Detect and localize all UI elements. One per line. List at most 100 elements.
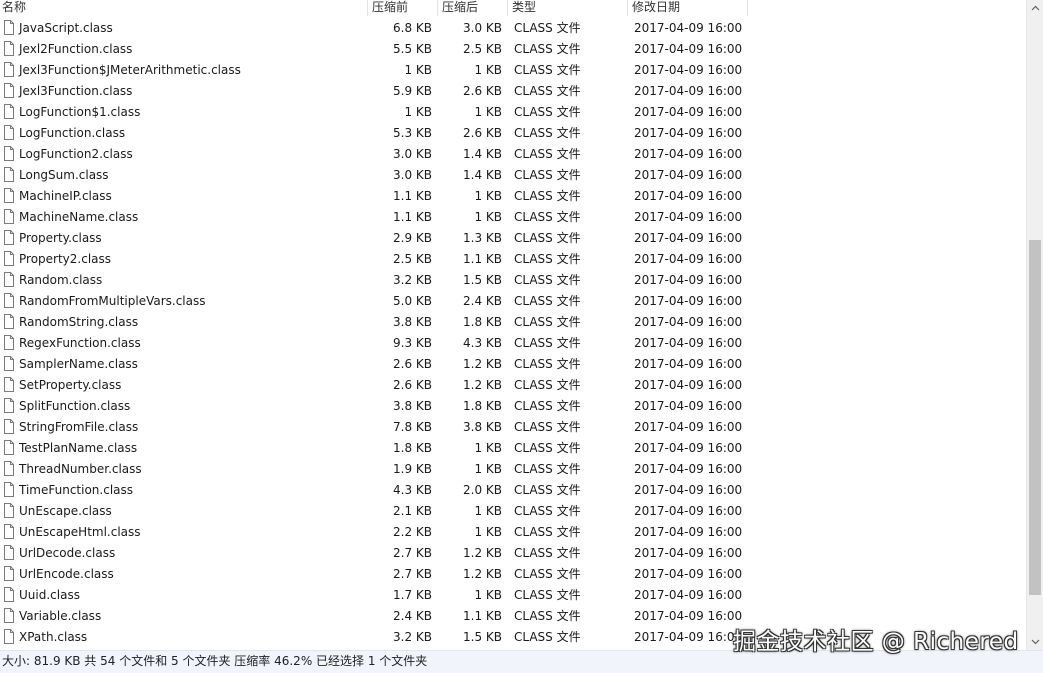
vertical-scrollbar[interactable]	[1026, 0, 1043, 650]
file-icon	[4, 41, 14, 56]
file-row[interactable]: Jexl2Function.class 5.5 KB 2.5 KB CLASS 文件 2…	[0, 39, 1026, 60]
file-name: Variable.class	[19, 609, 102, 623]
file-type: CLASS 文件	[514, 84, 581, 98]
file-row[interactable]: Property2.class 2.5 KB 1.1 KB CLASS 文件 2017-…	[0, 249, 1026, 270]
file-icon	[4, 629, 14, 644]
file-row[interactable]: Jexl3Function.class 5.9 KB 2.6 KB CLASS 文件 2…	[0, 81, 1026, 102]
file-row[interactable]: StringFromFile.class 7.8 KB 3.8 KB CLASS 文件…	[0, 417, 1026, 438]
file-type: CLASS 文件	[514, 21, 581, 35]
file-type: CLASS 文件	[514, 336, 581, 350]
file-size-before: 2.4 KB	[393, 609, 432, 623]
column-divider[interactable]	[627, 0, 628, 16]
file-row[interactable]: UnEscapeHtml.class 2.2 KB 1 KB CLASS 文件 2017…	[0, 522, 1026, 543]
file-icon	[4, 524, 14, 539]
file-row[interactable]: SetProperty.class 2.6 KB 1.2 KB CLASS 文件 201…	[0, 375, 1026, 396]
file-size-after: 1.5 KB	[463, 630, 502, 644]
file-row[interactable]: Uuid.class 1.7 KB 1 KB CLASS 文件 2017-04-09 1…	[0, 585, 1026, 606]
file-icon	[4, 209, 14, 224]
file-modified-date: 2017-04-09 16:00	[634, 273, 743, 287]
file-row[interactable]: RegexFunction.class 9.3 KB 4.3 KB CLASS 文件 2…	[0, 333, 1026, 354]
file-size-after: 4.3 KB	[463, 336, 502, 350]
file-size-before: 5.0 KB	[393, 294, 432, 308]
column-divider[interactable]	[437, 0, 438, 16]
file-modified-date: 2017-04-09 16:00	[634, 336, 743, 350]
chevron-up-icon[interactable]	[1027, 0, 1043, 17]
file-type: CLASS 文件	[514, 42, 581, 56]
scrollbar-thumb[interactable]	[1029, 240, 1041, 595]
file-row[interactable]: SamplerName.class 2.6 KB 1.2 KB CLASS 文件 201…	[0, 354, 1026, 375]
file-type: CLASS 文件	[514, 357, 581, 371]
file-icon	[4, 398, 14, 413]
file-row[interactable]: Jexl3Function$JMeterArithmetic.class 1 KB…	[0, 60, 1026, 81]
file-row[interactable]: UrlEncode.class 2.7 KB 1.2 KB CLASS 文件 2017-…	[0, 564, 1026, 585]
file-size-after: 1.2 KB	[463, 378, 502, 392]
file-size-before: 3.8 KB	[393, 315, 432, 329]
file-row[interactable]: LogFunction$1.class 1 KB 1 KB CLASS 文件 2017-…	[0, 102, 1026, 123]
file-name: TestPlanName.class	[19, 441, 138, 455]
column-header-type[interactable]: 类型	[512, 0, 536, 16]
file-row[interactable]: Property.class 2.9 KB 1.3 KB CLASS 文件 2017-0…	[0, 228, 1026, 249]
file-row[interactable]: LogFunction.class 5.3 KB 2.6 KB CLASS 文件 201…	[0, 123, 1026, 144]
file-size-after: 3.8 KB	[463, 420, 502, 434]
file-list: JavaScript.class 6.8 KB 3.0 KB CLASS 文件 2017…	[0, 18, 1026, 648]
file-modified-date: 2017-04-09 16:00	[634, 420, 743, 434]
file-icon	[4, 62, 14, 77]
column-header-after[interactable]: 压缩后	[442, 0, 478, 16]
file-icon	[4, 314, 14, 329]
file-icon	[4, 104, 14, 119]
column-divider[interactable]	[507, 0, 508, 16]
file-size-after: 1 KB	[474, 504, 502, 518]
file-size-before: 2.7 KB	[393, 546, 432, 560]
file-type: CLASS 文件	[514, 273, 581, 287]
file-name: SplitFunction.class	[19, 399, 131, 413]
file-modified-date: 2017-04-09 16:00	[634, 42, 743, 56]
file-size-before: 1 KB	[404, 63, 432, 77]
file-row[interactable]: JavaScript.class 6.8 KB 3.0 KB CLASS 文件 2017…	[0, 18, 1026, 39]
file-row[interactable]: ThreadNumber.class 1.9 KB 1 KB CLASS 文件 2017…	[0, 459, 1026, 480]
file-icon	[4, 251, 14, 266]
file-size-before: 2.1 KB	[393, 504, 432, 518]
file-row[interactable]: SplitFunction.class 3.8 KB 1.8 KB CLASS 文件 2…	[0, 396, 1026, 417]
column-divider[interactable]	[367, 0, 368, 16]
file-type: CLASS 文件	[514, 504, 581, 518]
file-row[interactable]: LogFunction2.class 3.0 KB 1.4 KB CLASS 文件 20…	[0, 144, 1026, 165]
chevron-down-icon[interactable]	[1027, 633, 1043, 650]
file-type: CLASS 文件	[514, 567, 581, 581]
file-icon	[4, 440, 14, 455]
file-name: MachineName.class	[19, 210, 139, 224]
file-name: SamplerName.class	[19, 357, 138, 371]
file-type: CLASS 文件	[514, 168, 581, 182]
file-row[interactable]: Random.class 3.2 KB 1.5 KB CLASS 文件 2017-04-…	[0, 270, 1026, 291]
column-header-date[interactable]: 修改日期	[632, 0, 680, 16]
file-size-after: 1 KB	[474, 189, 502, 203]
file-name: UrlEncode.class	[19, 567, 114, 581]
column-header-name[interactable]: 名称	[2, 0, 26, 16]
file-name: XPath.class	[19, 630, 88, 644]
file-icon	[4, 20, 14, 35]
file-name: RandomString.class	[19, 315, 139, 329]
column-divider[interactable]	[747, 0, 748, 16]
file-modified-date: 2017-04-09 16:00	[634, 84, 743, 98]
file-row[interactable]: UnEscape.class 2.1 KB 1 KB CLASS 文件 2017-04-…	[0, 501, 1026, 522]
file-row[interactable]: RandomString.class 3.8 KB 1.8 KB CLASS 文件 20…	[0, 312, 1026, 333]
file-modified-date: 2017-04-09 16:00	[634, 441, 743, 455]
file-row[interactable]: UrlDecode.class 2.7 KB 1.2 KB CLASS 文件 2017-…	[0, 543, 1026, 564]
file-size-after: 1 KB	[474, 462, 502, 476]
file-row[interactable]: RandomFromMultipleVars.class 5.0 KB 2.4 KB…	[0, 291, 1026, 312]
file-row[interactable]: MachineIP.class 1.1 KB 1 KB CLASS 文件 2017-04…	[0, 186, 1026, 207]
file-size-before: 1.1 KB	[393, 189, 432, 203]
file-row[interactable]: MachineName.class 1.1 KB 1 KB CLASS 文件 2017-…	[0, 207, 1026, 228]
file-row[interactable]: LongSum.class 3.0 KB 1.4 KB CLASS 文件 2017-04…	[0, 165, 1026, 186]
file-type: CLASS 文件	[514, 231, 581, 245]
file-icon	[4, 188, 14, 203]
file-modified-date: 2017-04-09 16:00	[634, 231, 743, 245]
file-type: CLASS 文件	[514, 630, 581, 644]
file-row[interactable]: TestPlanName.class 1.8 KB 1 KB CLASS 文件 2017…	[0, 438, 1026, 459]
file-modified-date: 2017-04-09 16:00	[634, 399, 743, 413]
file-size-after: 2.0 KB	[463, 483, 502, 497]
watermark: 掘金技术社区 @ Richered	[733, 629, 1019, 655]
column-header-before[interactable]: 压缩前	[372, 0, 408, 16]
file-type: CLASS 文件	[514, 126, 581, 140]
file-row[interactable]: TimeFunction.class 4.3 KB 2.0 KB CLASS 文件 20…	[0, 480, 1026, 501]
file-size-before: 1 KB	[404, 105, 432, 119]
